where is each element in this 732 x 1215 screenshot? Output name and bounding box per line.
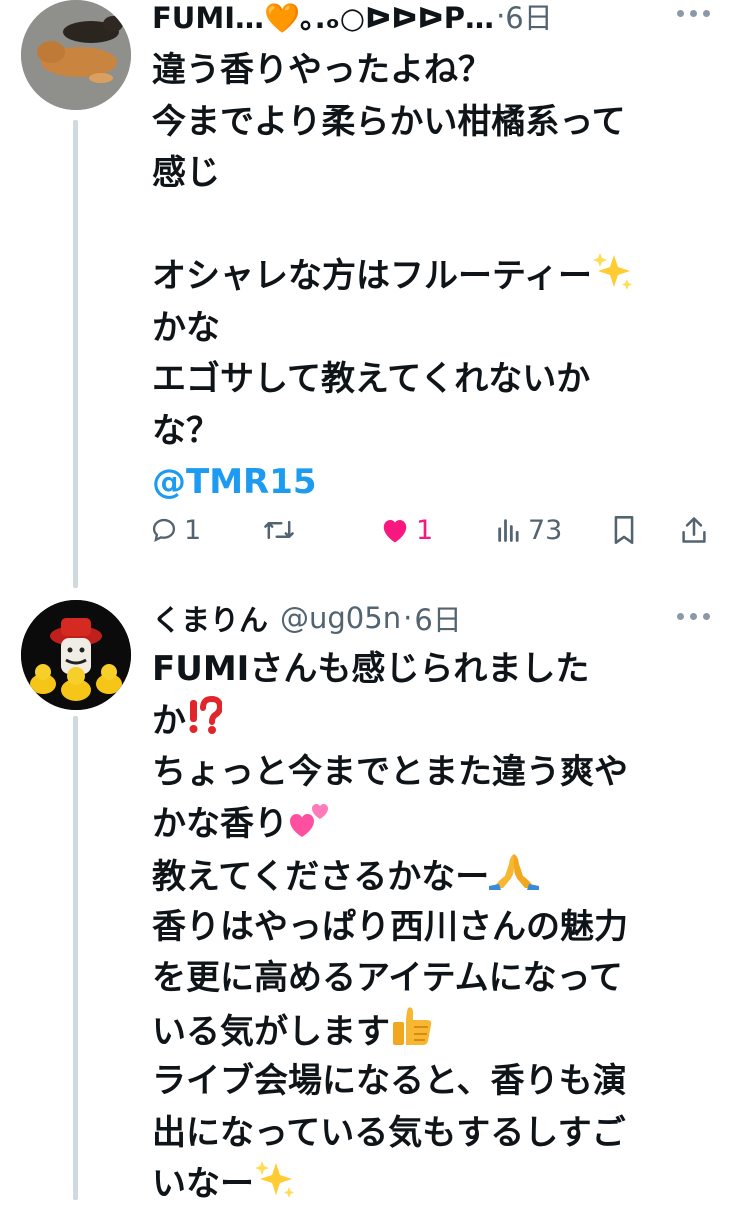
views-icon — [498, 519, 519, 542]
sparkles-icon — [254, 1159, 296, 1215]
timestamp[interactable]: 6日 — [414, 597, 461, 639]
text-line: ちょっと今までとまた違う爽や — [152, 752, 628, 792]
text-line: 今までより柔らかい柑橘系って — [152, 101, 626, 142]
text-fragment: いなー — [152, 1164, 254, 1204]
bookmark-icon — [614, 516, 634, 544]
text-line: オシャレな方はフルーティー — [152, 251, 712, 303]
text-line: 出になっている気もするしすご — [152, 1112, 626, 1153]
views-count: 73 — [528, 514, 563, 546]
thumbs-up-icon — [390, 1005, 436, 1063]
text-fragment: いる気がします — [152, 1011, 390, 1052]
text-line: かな香り — [152, 799, 712, 851]
two-hearts-icon — [288, 799, 332, 855]
share-button[interactable] — [680, 508, 708, 552]
character-photo — [21, 600, 131, 710]
tweet-text: 違う香りやったよね？ 今までより柔らかい柑橘系って 感じ オシャレな方はフルーテ… — [152, 45, 712, 509]
thread-line-2 — [73, 716, 78, 1200]
tweet-header: FUMI…🧡｡.ₒ○ᐅᐅᐅP… · 6日 — [152, 0, 553, 36]
reply-button[interactable]: 1 — [150, 508, 201, 552]
text-line: いなー — [152, 1159, 712, 1211]
sparkles-icon — [592, 251, 634, 307]
text-line: FUMIさんも感じられました — [152, 649, 590, 689]
retweet-button[interactable] — [262, 508, 296, 552]
text-fragment: かな香り — [152, 803, 288, 844]
mention-link[interactable]: @TMR15 — [152, 457, 712, 509]
text-line: かな — [152, 307, 220, 348]
share-icon — [682, 517, 706, 543]
text-fragment: 教えてくださるかなー — [152, 857, 490, 897]
text-line: 教えてくださるかなー — [152, 850, 712, 902]
action-bar: 1 1 73 — [150, 508, 716, 552]
user-handle[interactable]: @ug05n — [280, 601, 401, 635]
more-icon[interactable] — [677, 10, 710, 17]
praying-hands-icon — [489, 850, 540, 908]
bookmark-button[interactable] — [612, 508, 636, 552]
timestamp[interactable]: 6日 — [505, 0, 552, 37]
like-button[interactable]: 1 — [380, 508, 433, 552]
text-line: 違う香りやったよね？ — [152, 50, 492, 90]
tweet-text: FUMIさんも感じられました か ちょっと今までとまた違う爽や かな香り 教えて… — [152, 644, 712, 1211]
text-line: ライブ会場になると、香りも演 — [152, 1061, 627, 1101]
dog-photo — [21, 0, 131, 110]
text-line: な？ — [152, 410, 220, 451]
text-line: か — [152, 695, 712, 748]
text-line: エゴサして教えてくれないか — [152, 359, 591, 399]
thread-line-1 — [73, 120, 78, 588]
reply-count: 1 — [184, 514, 202, 546]
text-line: いる気がします — [152, 1005, 712, 1057]
display-name[interactable]: くまりん — [152, 597, 268, 639]
text-line: を更に高めるアイテムになって — [152, 958, 623, 998]
text-line: 感じ — [152, 153, 220, 193]
text-fragment: か — [152, 700, 186, 741]
heart-icon — [383, 520, 407, 543]
exclamation-question-icon — [186, 695, 224, 752]
text-line: 香りはやっぱり西川さんの魅力 — [152, 906, 628, 947]
separator: · — [496, 0, 506, 33]
tweet-header: くまりん @ug05n · 6日 — [152, 598, 462, 638]
reply-icon — [152, 518, 176, 543]
like-count: 1 — [416, 514, 434, 546]
avatar[interactable] — [21, 600, 131, 710]
separator: · — [403, 601, 413, 635]
avatar[interactable] — [21, 0, 131, 110]
text-line — [152, 200, 712, 252]
retweet-icon — [264, 520, 294, 540]
views-button[interactable]: 73 — [496, 508, 562, 552]
more-icon[interactable] — [677, 613, 710, 620]
text-fragment: オシャレな方はフルーティー — [152, 256, 592, 296]
display-name[interactable]: FUMI…🧡｡.ₒ○ᐅᐅᐅP… — [152, 0, 494, 37]
